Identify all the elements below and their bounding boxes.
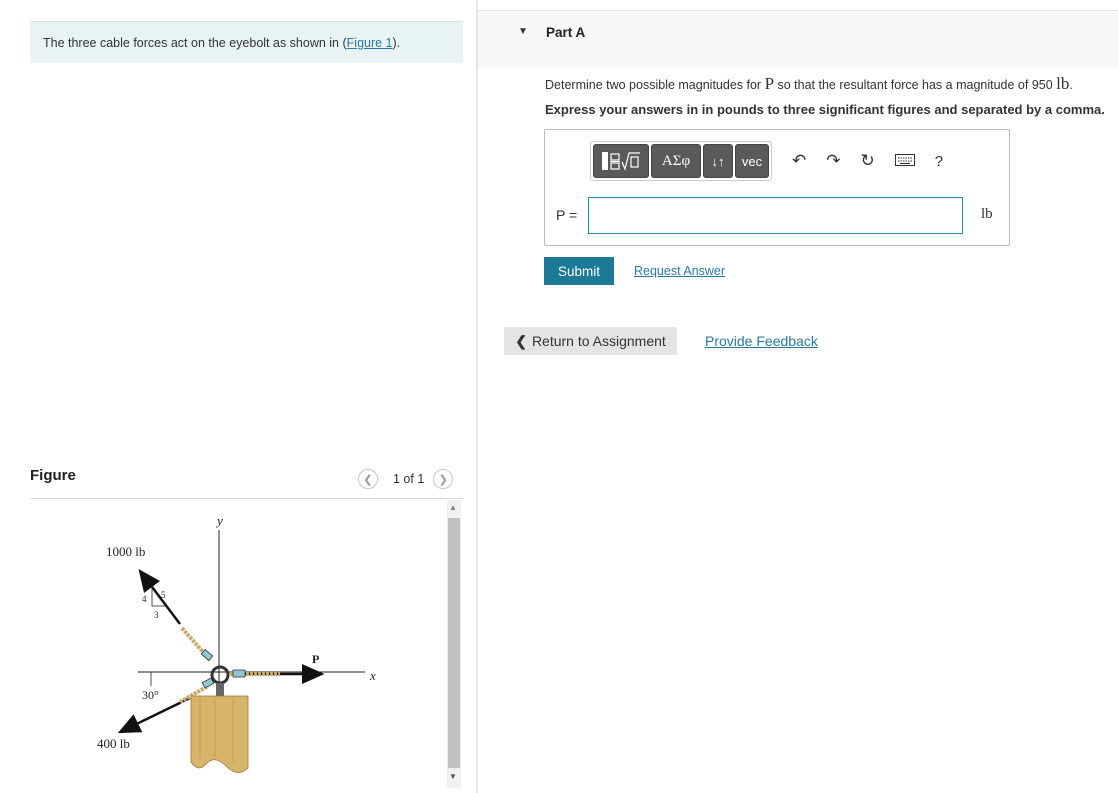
- force-400-arrow: [117, 696, 191, 734]
- y-axis-label: y: [215, 513, 223, 528]
- part-title: Part A: [546, 25, 586, 40]
- answer-unit: lb: [981, 206, 993, 222]
- reset-icon[interactable]: ↻: [861, 151, 875, 171]
- intro-suffix: ).: [392, 36, 401, 50]
- force-bottom-label: 400 lb: [97, 736, 130, 751]
- template-group: ΑΣφ ↓↑ vec: [590, 141, 772, 181]
- answer-input[interactable]: [588, 197, 963, 234]
- pager-text: 1 of 1: [393, 472, 425, 486]
- question-var: P: [764, 74, 775, 93]
- eyebolt-shank: [216, 683, 224, 696]
- scroll-up-icon[interactable]: ▲: [449, 503, 457, 512]
- angle-label: 30°: [142, 688, 159, 702]
- left-panel: The three cable forces act on the eyebol…: [0, 0, 476, 793]
- question-post: so that the resultant force has a magnit…: [774, 78, 1057, 92]
- submit-button[interactable]: Submit: [544, 257, 614, 285]
- tri-horiz-label: 3: [154, 610, 159, 620]
- force-right-label: P: [312, 652, 319, 666]
- return-to-assignment-button[interactable]: ❮ Return to Assignment: [504, 327, 677, 355]
- request-answer-link[interactable]: Request Answer: [634, 264, 725, 278]
- prev-figure-button[interactable]: ❮: [358, 469, 378, 489]
- tri-hyp-label: 5: [161, 590, 166, 600]
- x-axis-label: x: [369, 668, 376, 683]
- eyebolt-figure: y x 1000 lb 5 4 3 400 lb 30° P: [97, 513, 376, 773]
- provide-feedback-link[interactable]: Provide Feedback: [705, 333, 818, 349]
- panel-divider: [476, 0, 478, 793]
- figure-title: Figure: [30, 467, 76, 484]
- greek-button[interactable]: ΑΣφ: [651, 144, 701, 178]
- instruction-text: Express your answers in in pounds to thr…: [545, 102, 1105, 117]
- intro-box: The three cable forces act on the eyebol…: [30, 21, 463, 63]
- next-figure-button[interactable]: ❯: [433, 469, 454, 489]
- arrows-button[interactable]: ↓↑: [703, 144, 733, 178]
- figure-pager: ❮ 1 of 1 ❯: [358, 469, 454, 489]
- wood-block: [190, 695, 249, 773]
- question-unit: lb: [1056, 74, 1070, 93]
- chevron-right-icon: ❯: [438, 473, 448, 486]
- figure-scroll-thumb[interactable]: [448, 518, 460, 768]
- help-button[interactable]: ?: [935, 153, 943, 170]
- eyebolt-ring: [210, 665, 230, 685]
- question-pre: Determine two possible magnitudes for: [545, 78, 765, 92]
- fraction-sqrt-icon: [602, 152, 640, 171]
- question-text: Determine two possible magnitudes for P …: [545, 74, 1073, 94]
- caret-down-icon[interactable]: ▼: [518, 26, 528, 37]
- redo-icon[interactable]: ↷: [826, 151, 840, 171]
- math-toolbar: ΑΣφ ↓↑ vec ↶ ↷ ↻ ?: [590, 141, 953, 181]
- undo-icon[interactable]: ↶: [792, 151, 806, 171]
- chevron-left-icon: ❮: [363, 473, 373, 486]
- question-end: .: [1069, 78, 1073, 92]
- force-top-label: 1000 lb: [106, 544, 145, 559]
- figure-link[interactable]: Figure 1: [347, 36, 393, 50]
- answer-label: P =: [556, 207, 578, 223]
- return-label: Return to Assignment: [531, 333, 666, 349]
- keyboard-icon[interactable]: [894, 151, 915, 171]
- tri-vert-label: 4: [142, 594, 147, 604]
- template-button[interactable]: [593, 144, 649, 178]
- figure-divider: [30, 498, 463, 499]
- hook-right: [232, 669, 246, 678]
- scroll-down-icon[interactable]: ▼: [449, 772, 457, 781]
- chevron-left-icon: ❮: [515, 332, 527, 349]
- vec-button[interactable]: vec: [735, 144, 769, 178]
- intro-text: The three cable forces act on the eyebol…: [43, 36, 347, 50]
